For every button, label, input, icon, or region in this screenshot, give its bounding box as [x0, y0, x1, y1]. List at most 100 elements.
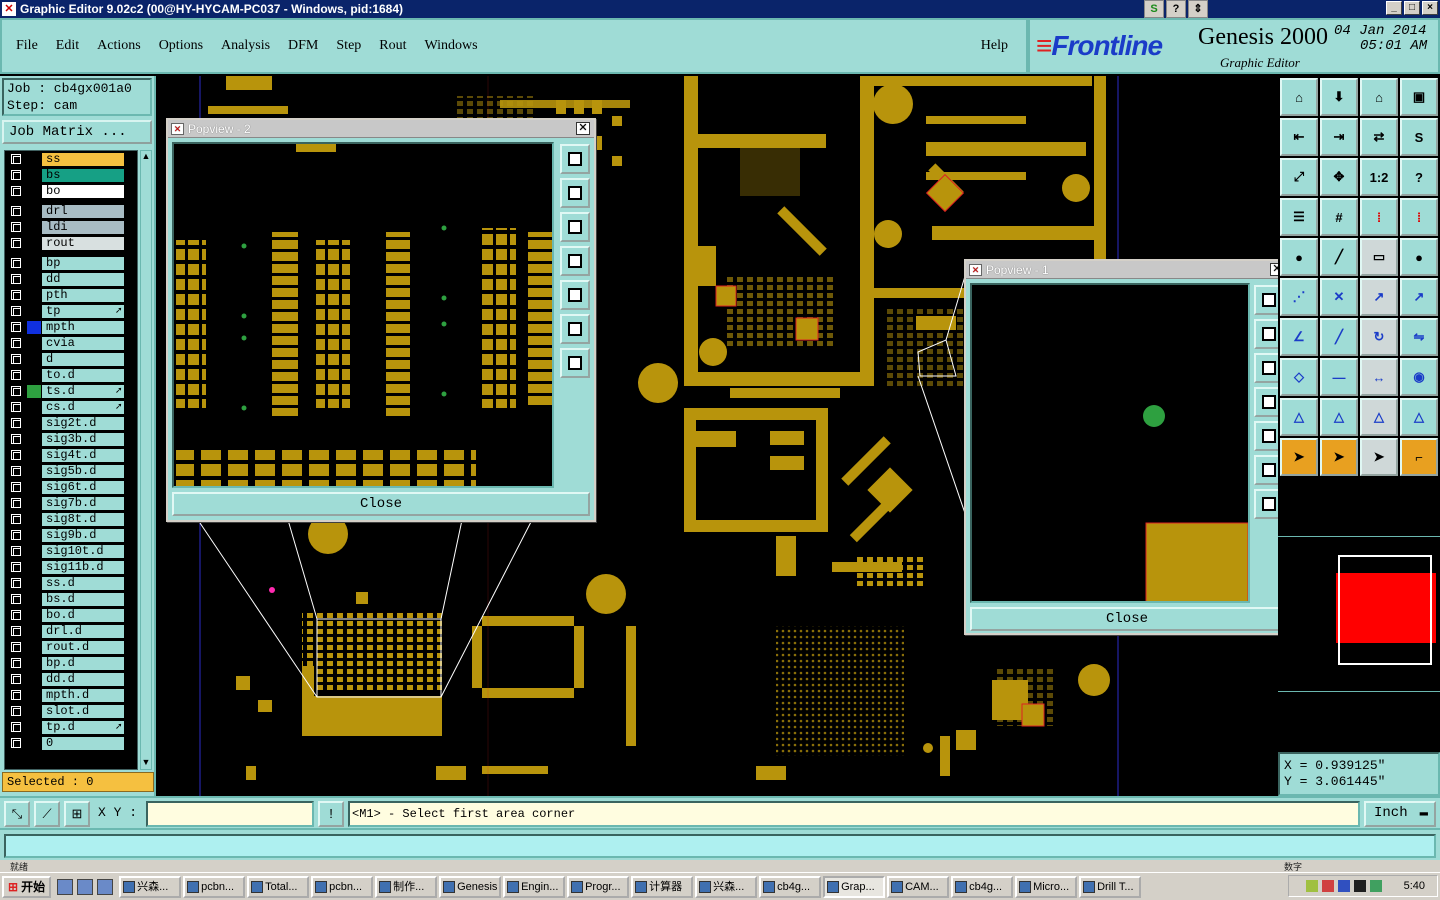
- triangle2-icon[interactable]: △: [1320, 398, 1358, 436]
- pad-icon[interactable]: ●: [1280, 238, 1318, 276]
- layer-color-swatch[interactable]: [27, 153, 41, 166]
- ruler-icon[interactable]: ▭: [1360, 238, 1398, 276]
- snap-icon[interactable]: ↗: [1360, 278, 1398, 316]
- layer-name[interactable]: cs.d: [42, 401, 124, 414]
- xy-input[interactable]: [146, 801, 314, 827]
- dot-icon[interactable]: ●: [1400, 238, 1438, 276]
- layer-name[interactable]: sig3b.d: [42, 433, 124, 446]
- layer-checkbox[interactable]: [11, 206, 21, 216]
- ratio-icon[interactable]: 1:2: [1360, 158, 1398, 196]
- layer-name[interactable]: rout: [42, 237, 124, 250]
- layer-checkbox[interactable]: [11, 738, 21, 748]
- shapes-icon[interactable]: ◉: [1400, 358, 1438, 396]
- layer-name[interactable]: ts.d: [42, 385, 124, 398]
- layer-color-swatch[interactable]: [27, 481, 41, 494]
- menu-analysis[interactable]: Analysis: [221, 38, 270, 54]
- popview-1-titlebar[interactable]: ✕ Popview - 1 ✕: [966, 261, 1288, 279]
- snap-icon[interactable]: ⤡: [4, 801, 30, 827]
- layer-color-swatch[interactable]: [27, 465, 41, 478]
- layer-name[interactable]: sig6t.d: [42, 481, 124, 494]
- layer-name[interactable]: d: [42, 353, 124, 366]
- layer-row[interactable]: pth: [5, 289, 137, 303]
- layer-color-swatch[interactable]: [27, 513, 41, 526]
- taskbar-button[interactable]: Drill T...: [1079, 875, 1142, 898]
- layer-name[interactable]: bp: [42, 257, 124, 270]
- pointer3-icon[interactable]: ➤: [1360, 438, 1398, 476]
- tray-icon[interactable]: [1321, 880, 1334, 892]
- layer-name[interactable]: sig4t.d: [42, 449, 124, 462]
- layer-color-swatch[interactable]: [27, 385, 41, 398]
- layer-row[interactable]: bp: [5, 257, 137, 271]
- layer-row[interactable]: sig11b.d: [5, 561, 137, 575]
- layer-color-swatch[interactable]: [27, 529, 41, 542]
- house-icon[interactable]: ⌂: [1360, 78, 1398, 116]
- layer-name[interactable]: slot.d: [42, 705, 124, 718]
- rotate-icon[interactable]: ↻: [1360, 318, 1398, 356]
- layer-row[interactable]: sig2t.d: [5, 417, 137, 431]
- layer-row[interactable]: drl: [5, 205, 137, 219]
- taskbar-button[interactable]: Progr...: [567, 875, 630, 898]
- taskbar-button[interactable]: Grap...: [823, 875, 886, 898]
- layer-scrollbar[interactable]: ▲ ▼: [140, 150, 152, 770]
- window-icon[interactable]: ▣: [1400, 78, 1438, 116]
- layer-color-swatch[interactable]: [27, 417, 41, 430]
- menu-dfm[interactable]: DFM: [288, 38, 318, 54]
- s-icon[interactable]: S: [1400, 118, 1438, 156]
- layer-name[interactable]: ss.d: [42, 577, 124, 590]
- layer-color-swatch[interactable]: [27, 673, 41, 686]
- taskbar-button[interactable]: Total...: [247, 875, 310, 898]
- layer-checkbox[interactable]: [11, 498, 21, 508]
- layer-row[interactable]: ss.d: [5, 577, 137, 591]
- layer-color-swatch[interactable]: [27, 337, 41, 350]
- layer-name[interactable]: dd: [42, 273, 124, 286]
- layer-color-swatch[interactable]: [27, 689, 41, 702]
- grid-icon[interactable]: #: [1320, 198, 1358, 236]
- layer-color-swatch[interactable]: [27, 545, 41, 558]
- measure-icon[interactable]: ↔: [1360, 358, 1398, 396]
- layer-name[interactable]: sig9b.d: [42, 529, 124, 542]
- tray-icon[interactable]: [1369, 880, 1382, 892]
- home-icon[interactable]: ⌂: [1280, 78, 1318, 116]
- layer-checkbox[interactable]: [11, 706, 21, 716]
- overview-viewport-frame[interactable]: [1338, 555, 1432, 665]
- layer-row[interactable]: d: [5, 353, 137, 367]
- layer-name[interactable]: drl: [42, 205, 124, 218]
- taskbar-button[interactable]: 计算器: [631, 875, 694, 898]
- scroll-app-icon[interactable]: ⇕: [1188, 0, 1208, 18]
- layer-color-swatch[interactable]: [27, 353, 41, 366]
- taskbar-button[interactable]: CAM...: [887, 875, 950, 898]
- layer-name[interactable]: sig7b.d: [42, 497, 124, 510]
- layer-row[interactable]: sig5b.d: [5, 465, 137, 479]
- layer-color-swatch[interactable]: [27, 657, 41, 670]
- layer-color-swatch[interactable]: [27, 609, 41, 622]
- layer-checkbox[interactable]: [11, 386, 21, 396]
- menu-actions[interactable]: Actions: [97, 38, 141, 54]
- triangle3-icon[interactable]: △: [1360, 398, 1398, 436]
- taskbar-button[interactable]: pcbn...: [311, 875, 374, 898]
- layer-checkbox[interactable]: [11, 222, 21, 232]
- layer-checkbox[interactable]: [11, 578, 21, 588]
- layer-checkbox[interactable]: [11, 258, 21, 268]
- cross-icon[interactable]: ✕: [1320, 278, 1358, 316]
- layer-color-swatch[interactable]: [27, 185, 41, 198]
- layer-checkbox[interactable]: [11, 418, 21, 428]
- layers-red2-icon[interactable]: ⁞: [1400, 198, 1438, 236]
- layer-color-swatch[interactable]: [27, 593, 41, 606]
- layer-color-swatch[interactable]: [27, 305, 41, 318]
- path-icon[interactable]: ⌐: [1400, 438, 1438, 476]
- layer-name[interactable]: sig10t.d: [42, 545, 124, 558]
- layer-color-swatch[interactable]: [27, 737, 41, 750]
- layer-checkbox[interactable]: [11, 170, 21, 180]
- menu-step[interactable]: Step: [336, 38, 361, 54]
- menu-windows[interactable]: Windows: [425, 38, 478, 54]
- quicklaunch-edit-icon[interactable]: [97, 878, 114, 895]
- scroll-down-icon[interactable]: ▼: [141, 757, 151, 769]
- layer-checkbox[interactable]: [11, 290, 21, 300]
- triangle4-icon[interactable]: △: [1400, 398, 1438, 436]
- menu-help[interactable]: Help: [981, 38, 1008, 54]
- line-icon[interactable]: ╱: [1320, 238, 1358, 276]
- layer-color-swatch[interactable]: [27, 169, 41, 182]
- taskbar-button[interactable]: cb4g...: [759, 875, 822, 898]
- grid-snap-icon[interactable]: ⊞: [64, 801, 90, 827]
- job-matrix-button[interactable]: Job Matrix ...: [2, 120, 152, 144]
